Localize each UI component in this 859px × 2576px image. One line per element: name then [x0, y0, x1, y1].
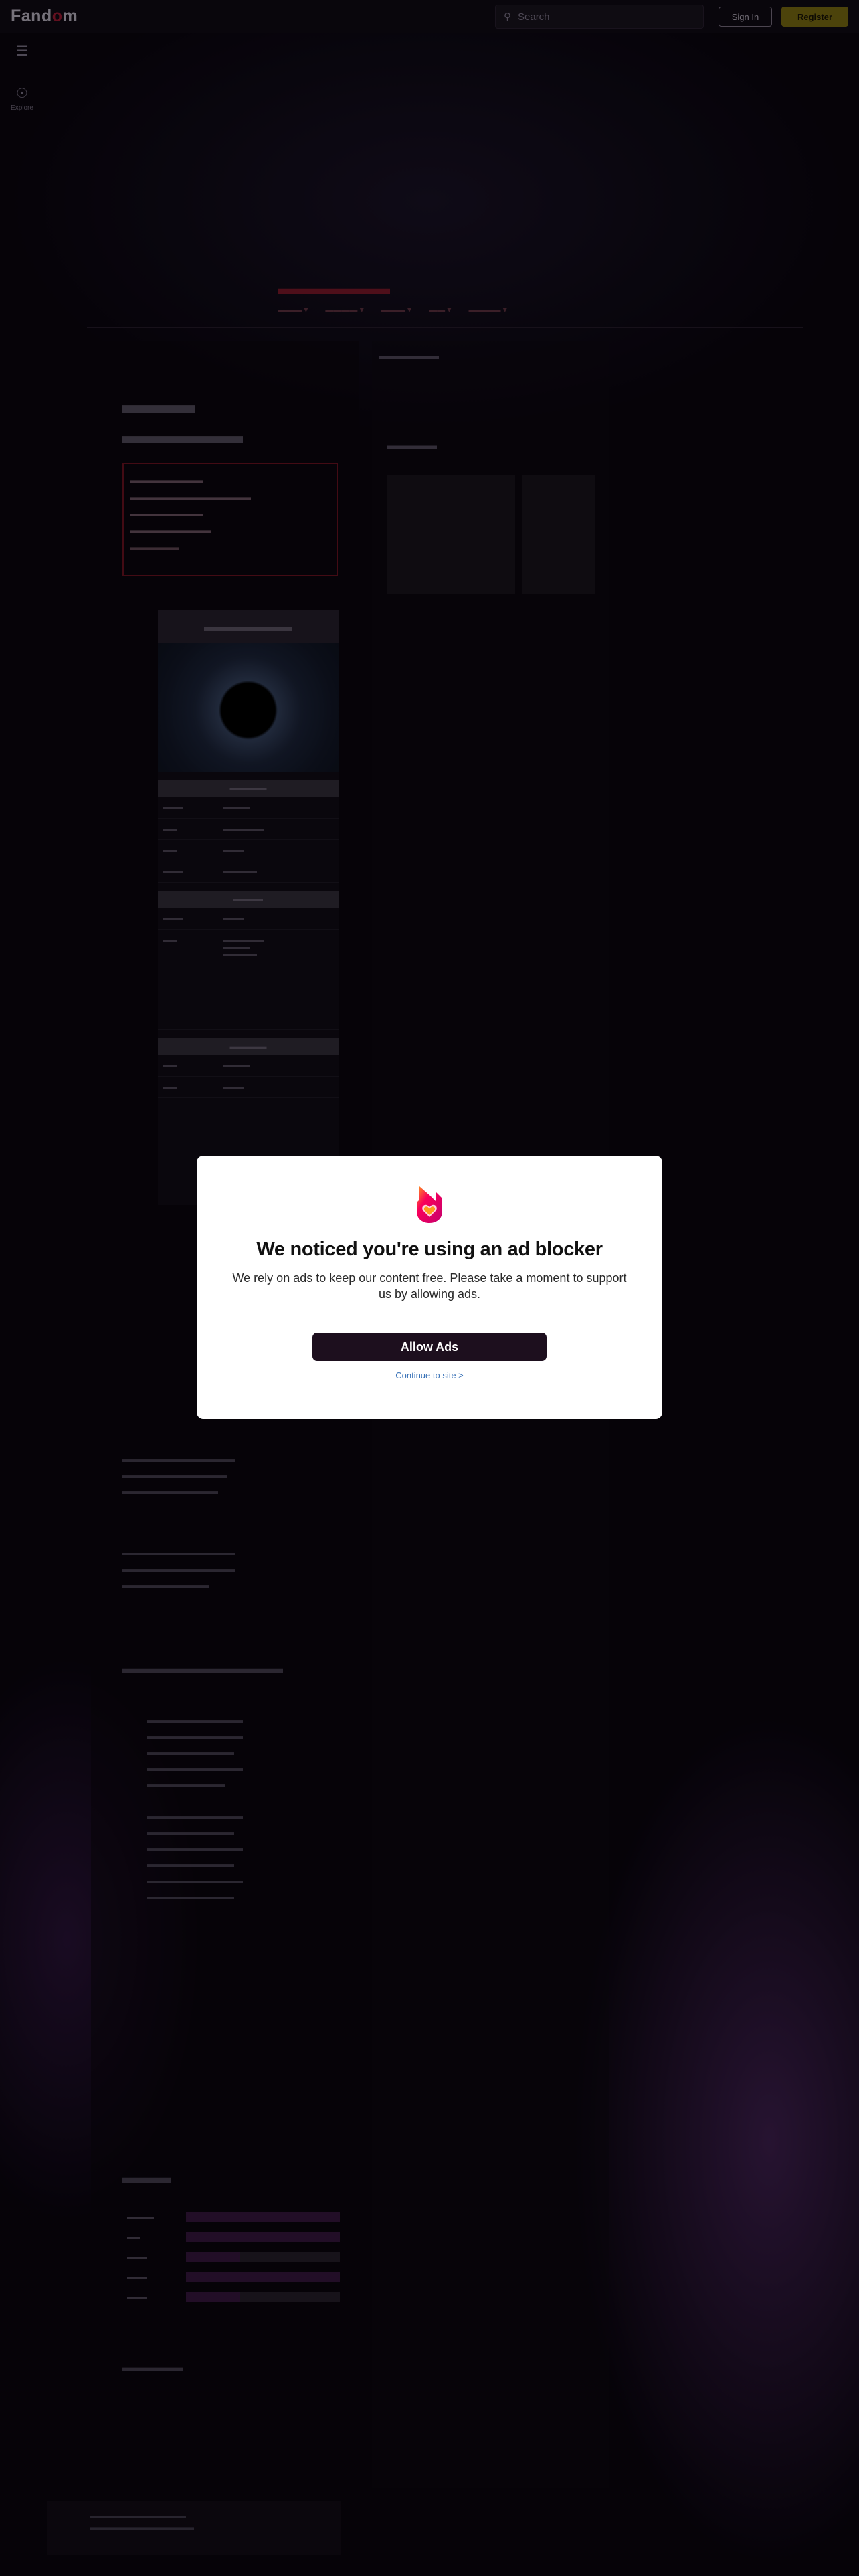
- ad-blocker-modal: We noticed you're using an ad blocker We…: [197, 1156, 662, 1419]
- modal-title: We noticed you're using an ad blocker: [256, 1239, 603, 1260]
- fandom-heart-icon: [417, 1186, 442, 1223]
- modal-body-text: We rely on ads to keep our content free.…: [232, 1271, 627, 1301]
- continue-to-site-link[interactable]: Continue to site >: [395, 1370, 464, 1380]
- allow-ads-button[interactable]: Allow Ads: [312, 1333, 547, 1361]
